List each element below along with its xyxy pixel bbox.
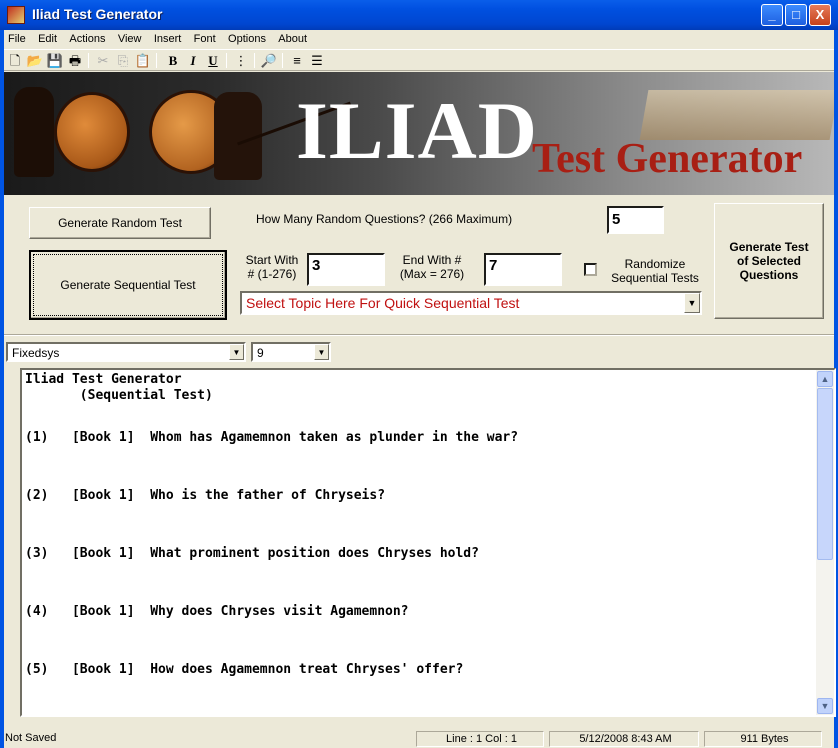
font-size-combo[interactable]: 9 ▼ [251,342,331,362]
ship-image [639,90,834,140]
file-size: 911 Bytes [704,731,822,747]
menu-edit[interactable]: Edit [38,30,57,48]
randomize-label: Randomize Sequential Tests [599,257,711,285]
app-icon[interactable] [7,6,25,24]
paste-icon[interactable]: 📋 [134,52,152,69]
menu-font[interactable]: Font [194,30,216,48]
generate-selected-line3: Questions [739,268,799,282]
banner-image: ILIAD Test Generator [4,72,834,195]
menu-about[interactable]: About [278,30,307,48]
start-with-label: Start With # (1-276) [242,253,302,281]
editor-title: Iliad Test Generator [25,372,182,387]
randomize-checkbox[interactable] [584,263,597,276]
generate-random-test-button[interactable]: Generate Random Test [29,207,211,239]
underline-icon[interactable]: U [204,52,222,69]
font-name-value: Fixedsys [12,346,60,360]
shield-image [54,92,130,172]
toolbar-separator [254,53,255,68]
end-with-label: End With # (Max = 276) [396,253,468,281]
print-icon[interactable]: 🖶 [66,52,84,69]
generate-sequential-test-button[interactable]: Generate Sequential Test [29,250,227,320]
chevron-down-icon[interactable]: ▼ [229,344,244,360]
bold-icon[interactable]: B [164,52,182,69]
save-icon[interactable]: 💾 [46,52,64,69]
toolbar-separator [282,53,283,68]
open-icon[interactable]: 📂 [26,52,44,69]
maximize-button[interactable]: □ [785,4,807,26]
font-size-value: 9 [257,346,264,360]
divider [4,334,834,336]
title-bar[interactable]: Iliad Test Generator _ □ X [0,0,838,30]
scroll-down-icon[interactable]: ▼ [817,698,833,714]
randomize-label-line2: Sequential Tests [611,271,699,285]
menu-insert[interactable]: Insert [154,30,182,48]
chevron-down-icon[interactable]: ▼ [314,344,329,360]
toolbar-separator [88,53,89,68]
copy-icon[interactable]: ⎘ [114,52,132,69]
app-window: Iliad Test Generator _ □ X File Edit Act… [0,0,838,748]
topic-select-value: Select Topic Here For Quick Sequential T… [246,295,520,311]
menu-options[interactable]: Options [228,30,266,48]
how-many-label: How Many Random Questions? (266 Maximum) [256,212,513,226]
align-left-icon[interactable]: ≡ [288,52,306,69]
generate-selected-line2: of Selected [736,254,802,268]
scroll-up-icon[interactable]: ▲ [817,371,833,387]
vertical-scrollbar[interactable]: ▲ ▼ [816,370,834,715]
warrior-figure [14,87,54,177]
how-many-input[interactable]: 5 [607,206,664,234]
editor-subtitle: (Sequential Test) [25,388,213,403]
test-editor[interactable]: Iliad Test Generator (Sequential Test) (… [20,368,836,717]
cursor-position: Line : 1 Col : 1 [416,731,544,747]
question-line: (1) [Book 1] Whom has Agamemnon taken as… [25,430,519,445]
question-line: (2) [Book 1] Who is the father of Chryse… [25,488,386,503]
status-bar: Not Saved Line : 1 Col : 1 5/12/2008 8:4… [4,728,834,748]
find-icon[interactable]: 🔎 [260,52,278,69]
end-with-input[interactable]: 7 [484,253,562,286]
bullets-icon[interactable]: ⋮ [232,52,250,69]
minimize-button[interactable]: _ [761,4,783,26]
date-time: 5/12/2008 8:43 AM [549,731,699,747]
question-line: (5) [Book 1] How does Agamemnon treat Ch… [25,662,464,677]
banner-title: ILIAD [296,85,538,176]
question-line: (4) [Book 1] Why does Chryses visit Agam… [25,604,409,619]
menu-actions[interactable]: Actions [69,30,105,48]
save-status: Not Saved [5,732,57,744]
toolbar-separator [226,53,227,68]
window-title: Iliad Test Generator [32,6,163,22]
chevron-down-icon[interactable]: ▼ [684,293,700,313]
font-toolbar: Fixedsys ▼ 9 ▼ [4,337,834,367]
end-with-label-line1: End With # [402,253,462,267]
start-with-input[interactable]: 3 [307,253,385,286]
scroll-thumb[interactable] [817,388,833,560]
generate-selected-line1: Generate Test [729,240,809,254]
toolbar: 🗋 📂 💾 🖶 ✂ ⎘ 📋 B I U ⋮ 🔎 ≡ ☰ [4,49,834,71]
start-with-label-line2: # (1-276) [247,267,297,281]
toolbar-separator [156,53,157,68]
editor-content[interactable]: Iliad Test Generator (Sequential Test) (… [25,372,815,677]
topic-select[interactable]: Select Topic Here For Quick Sequential T… [240,291,702,315]
menu-view[interactable]: View [118,30,142,48]
start-with-label-line1: Start With [245,253,299,267]
end-with-label-line2: (Max = 276) [399,267,465,281]
generate-selected-test-button[interactable]: Generate Test of Selected Questions [714,203,824,319]
italic-icon[interactable]: I [184,52,202,69]
align-center-icon[interactable]: ☰ [308,52,326,69]
banner-subtitle: Test Generator [532,136,803,182]
new-icon[interactable]: 🗋 [6,52,24,69]
randomize-label-line1: Randomize [624,257,686,271]
control-panel: Generate Random Test Generate Sequential… [4,195,834,334]
close-button[interactable]: X [809,4,831,26]
font-name-combo[interactable]: Fixedsys ▼ [6,342,246,362]
cut-icon[interactable]: ✂ [94,52,112,69]
menu-bar: File Edit Actions View Insert Font Optio… [4,30,834,48]
menu-file[interactable]: File [8,30,26,48]
question-line: (3) [Book 1] What prominent position doe… [25,546,479,561]
